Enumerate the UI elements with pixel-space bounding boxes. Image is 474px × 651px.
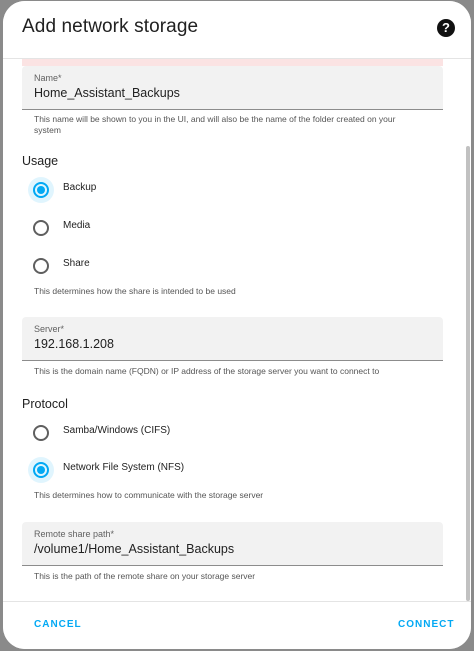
- server-helper-text: This is the domain name (FQDN) or IP add…: [34, 366, 380, 376]
- radio-label: Media: [63, 220, 91, 231]
- server-field-value: 192.168.1.208: [34, 337, 114, 351]
- server-field-label: Server*: [34, 324, 65, 334]
- name-helper-text: This name will be shown to you in the UI…: [34, 114, 396, 135]
- name-field-value: Home_Assistant_Backups: [34, 86, 180, 100]
- cancel-button[interactable]: CANCEL: [34, 619, 82, 630]
- radio-checked-icon[interactable]: [28, 177, 54, 203]
- usage-title: Usage: [22, 154, 59, 168]
- dialog-footer: CANCEL CONNECT: [3, 601, 471, 649]
- protocol-helper-text: This determines how to communicate with …: [34, 490, 264, 500]
- radio-label: Share: [63, 258, 90, 269]
- server-field[interactable]: Server* 192.168.1.208: [22, 317, 443, 361]
- help-icon[interactable]: ?: [437, 19, 455, 37]
- radio-unchecked-icon[interactable]: [33, 425, 49, 441]
- radio-label: Samba/Windows (CIFS): [63, 425, 171, 436]
- scrollbar[interactable]: [466, 146, 470, 601]
- radio-protocol-cifs[interactable]: Samba/Windows (CIFS): [31, 422, 331, 446]
- radio-usage-share[interactable]: Share: [31, 255, 331, 279]
- radio-unchecked-icon[interactable]: [33, 220, 49, 236]
- remote-share-path-field[interactable]: Remote share path* /volume1/Home_Assista…: [22, 522, 443, 566]
- radio-checked-icon[interactable]: [28, 457, 54, 483]
- radio-label: Backup: [63, 182, 97, 193]
- dialog-header: Add network storage ?: [3, 1, 471, 59]
- protocol-title: Protocol: [22, 397, 68, 411]
- path-helper-text: This is the path of the remote share on …: [34, 571, 256, 581]
- add-network-storage-dialog: Add network storage ? Name* Home_Assista…: [3, 1, 471, 649]
- dialog-title: Add network storage: [22, 16, 199, 37]
- usage-helper-text: This determines how the share is intende…: [34, 286, 236, 296]
- name-field-label: Name*: [34, 73, 62, 83]
- radio-usage-backup[interactable]: Backup: [28, 177, 331, 203]
- remote-share-path-label: Remote share path*: [34, 529, 115, 539]
- name-field[interactable]: Name* Home_Assistant_Backups: [22, 66, 443, 110]
- radio-protocol-nfs[interactable]: Network File System (NFS): [28, 457, 331, 483]
- remote-share-path-value: /volume1/Home_Assistant_Backups: [34, 542, 235, 556]
- radio-unchecked-icon[interactable]: [33, 258, 49, 274]
- radio-usage-media[interactable]: Media: [31, 217, 331, 241]
- error-banner-edge: [22, 58, 443, 66]
- radio-label: Network File System (NFS): [63, 462, 185, 473]
- connect-button[interactable]: CONNECT: [398, 619, 454, 630]
